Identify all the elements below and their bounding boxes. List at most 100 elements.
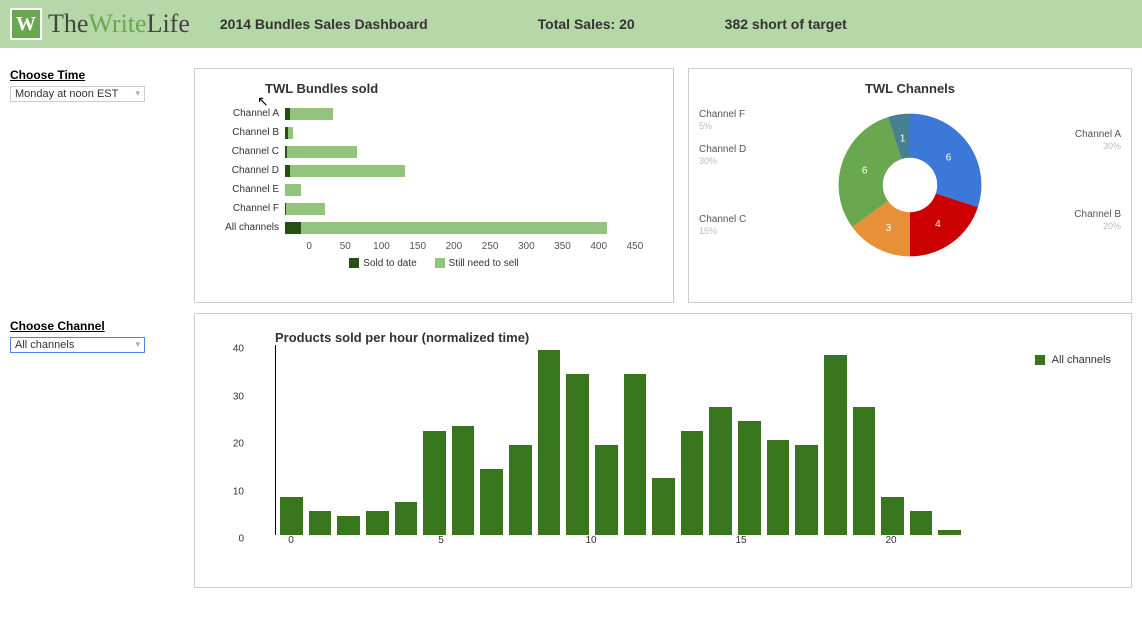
column-bar [681, 431, 704, 536]
column-ytick: 30 [233, 391, 244, 402]
bar-row-track [285, 165, 653, 177]
column-bar [738, 421, 761, 535]
bar-row-track [285, 184, 653, 196]
channels-donut-chart: TWL Channels 64361 Channel F5% Channel D… [688, 68, 1132, 303]
bar-row-label: All channels [215, 222, 285, 233]
total-sales-label: Total Sales: 20 [538, 16, 635, 32]
target-shortfall-label: 382 short of target [725, 16, 847, 32]
bar-chart-xaxis: 050100150200250300350400450 [291, 241, 653, 252]
bar-xtick: 400 [581, 241, 617, 252]
bar-chart-legend: Sold to date Still need to sell [215, 258, 653, 269]
column-bar [337, 516, 360, 535]
dashboard-title: 2014 Bundles Sales Dashboard [220, 16, 428, 32]
column-ytick: 40 [233, 344, 244, 355]
bar-seg-need [290, 165, 405, 177]
bar-row: Channel D [215, 161, 653, 180]
brand-post: Life [147, 9, 190, 38]
column-xtick: 15 [735, 535, 746, 546]
legend-swatch-need [435, 258, 445, 268]
column-bar [853, 407, 876, 535]
column-bar [366, 511, 389, 535]
bar-xtick: 150 [400, 241, 436, 252]
bundles-sold-chart: ↖ TWL Bundles sold Channel AChannel BCha… [194, 68, 674, 303]
channel-dropdown[interactable]: All channels [10, 337, 145, 353]
time-dropdown[interactable]: Monday at noon EST [10, 86, 145, 102]
brand-accent: Write [88, 9, 146, 38]
column-bar [652, 478, 675, 535]
bar-row-label: Channel B [215, 127, 285, 138]
products-per-hour-chart: Products sold per hour (normalized time)… [194, 313, 1132, 588]
bar-row: Channel F [215, 199, 653, 218]
bar-row-label: Channel E [215, 184, 285, 195]
column-bar [795, 445, 818, 535]
bar-xtick: 250 [472, 241, 508, 252]
donut-slice-value: 4 [935, 219, 941, 230]
column-ytick: 10 [233, 486, 244, 497]
header-bar: W TheWriteLife 2014 Bundles Sales Dashbo… [0, 0, 1142, 48]
donut-label-d: Channel D30% [699, 144, 746, 167]
bar-seg-need [286, 203, 325, 215]
column-xtick: 20 [885, 535, 896, 546]
donut-chart-title: TWL Channels [699, 81, 1121, 96]
legend-swatch-sold [349, 258, 359, 268]
donut-slice-value: 3 [886, 223, 892, 234]
bar-xtick: 100 [363, 241, 399, 252]
bar-row: Channel A [215, 104, 653, 123]
brand-pre: The [48, 9, 88, 38]
bar-xtick: 450 [617, 241, 653, 252]
column-bar [709, 407, 732, 535]
column-bar [395, 502, 418, 535]
donut-slice-value: 6 [862, 166, 868, 177]
donut-label-c: Channel C15% [699, 214, 746, 237]
time-control-group: Choose Time Monday at noon EST [10, 68, 180, 303]
legend-label-allchannels: All channels [1052, 354, 1111, 366]
donut-slice-value: 1 [900, 133, 906, 144]
channel-dropdown-value: All channels [15, 339, 74, 351]
column-bar [309, 511, 332, 535]
donut-svg: 64361 [825, 100, 995, 270]
column-bar [280, 497, 303, 535]
donut-label-a: Channel A30% [1075, 129, 1121, 152]
bar-seg-need [287, 146, 357, 158]
column-xtick: 10 [585, 535, 596, 546]
column-xtick: 0 [288, 535, 294, 546]
channel-control-group: Choose Channel All channels [10, 319, 180, 588]
bar-seg-sold [285, 222, 301, 234]
column-bar [881, 497, 904, 535]
column-xtick: 5 [438, 535, 444, 546]
bar-row-track [285, 222, 653, 234]
column-ytick: 0 [238, 534, 244, 545]
bar-row-label: Channel A [215, 108, 285, 119]
column-bar [480, 469, 503, 536]
logo-icon: W [10, 8, 42, 40]
choose-time-label: Choose Time [10, 68, 180, 82]
donut-label-b: Channel B20% [1074, 209, 1121, 232]
bar-xtick: 0 [291, 241, 327, 252]
bar-row: Channel E [215, 180, 653, 199]
column-chart-yaxis: 010203040 [195, 354, 250, 544]
bar-xtick: 200 [436, 241, 472, 252]
bar-row: All channels [215, 218, 653, 237]
bar-row-label: Channel F [215, 203, 285, 214]
column-bar [509, 445, 532, 535]
bar-row-track [285, 108, 653, 120]
bar-seg-need [290, 108, 333, 120]
bar-xtick: 350 [544, 241, 580, 252]
column-chart-plot [275, 345, 961, 535]
bar-row: Channel C [215, 142, 653, 161]
column-chart-xaxis: 0 5 10 15 20 [275, 535, 961, 551]
legend-label-sold: Sold to date [363, 258, 416, 269]
bar-seg-need [285, 184, 301, 196]
bar-seg-need [288, 127, 293, 139]
column-bar [538, 350, 561, 535]
bar-row-label: Channel D [215, 165, 285, 176]
column-bar [423, 431, 446, 536]
column-bar [910, 511, 933, 535]
column-ytick: 20 [233, 439, 244, 450]
bar-chart-title: TWL Bundles sold [265, 81, 653, 96]
column-chart-legend: All channels [1035, 354, 1111, 366]
column-bar [624, 374, 647, 536]
bar-row-track [285, 127, 653, 139]
choose-channel-label: Choose Channel [10, 319, 180, 333]
bar-row: Channel B [215, 123, 653, 142]
